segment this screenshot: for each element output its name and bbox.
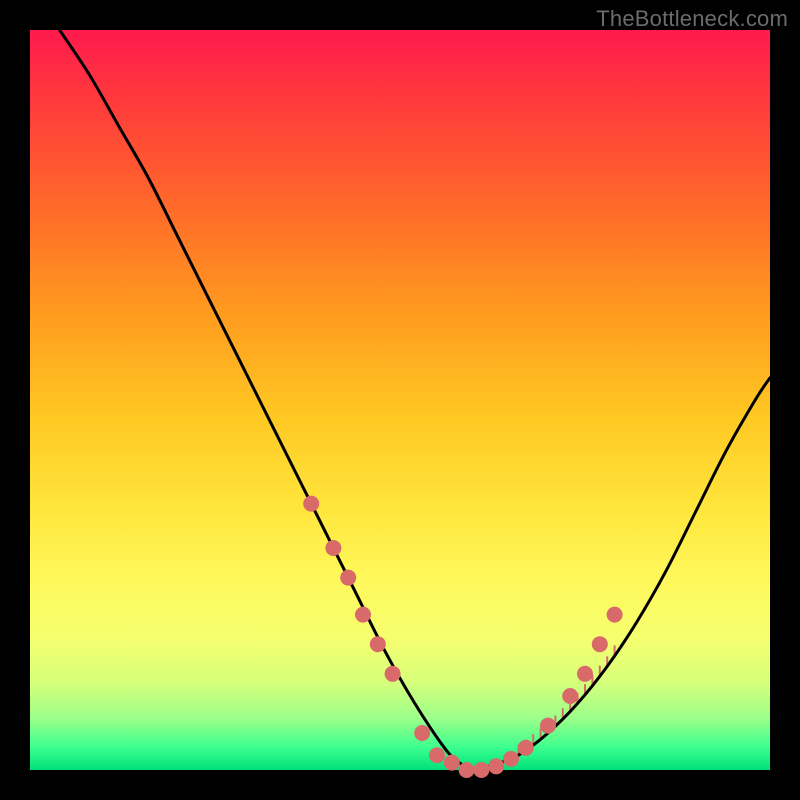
marker-dot xyxy=(370,636,386,652)
marker-dot xyxy=(303,496,319,512)
marker-dot xyxy=(540,718,556,734)
marker-dot xyxy=(503,751,519,767)
marker-dot xyxy=(414,725,430,741)
marker-dot xyxy=(562,688,578,704)
marker-dot xyxy=(459,762,475,778)
marker-dot xyxy=(607,607,623,623)
highlighted-points xyxy=(303,496,622,778)
marker-dot xyxy=(577,666,593,682)
marker-dot xyxy=(592,636,608,652)
marker-dot xyxy=(340,570,356,586)
watermark-text: TheBottleneck.com xyxy=(596,6,788,32)
marker-dot xyxy=(429,747,445,763)
marker-dot xyxy=(444,755,460,771)
marker-dot xyxy=(355,607,371,623)
chart-frame: TheBottleneck.com xyxy=(0,0,800,800)
marker-dot xyxy=(488,758,504,774)
marker-dot xyxy=(518,740,534,756)
marker-dot xyxy=(385,666,401,682)
bottleneck-curve-svg xyxy=(0,0,800,800)
marker-dot xyxy=(473,762,489,778)
marker-dot xyxy=(325,540,341,556)
bottleneck-curve xyxy=(60,30,770,770)
